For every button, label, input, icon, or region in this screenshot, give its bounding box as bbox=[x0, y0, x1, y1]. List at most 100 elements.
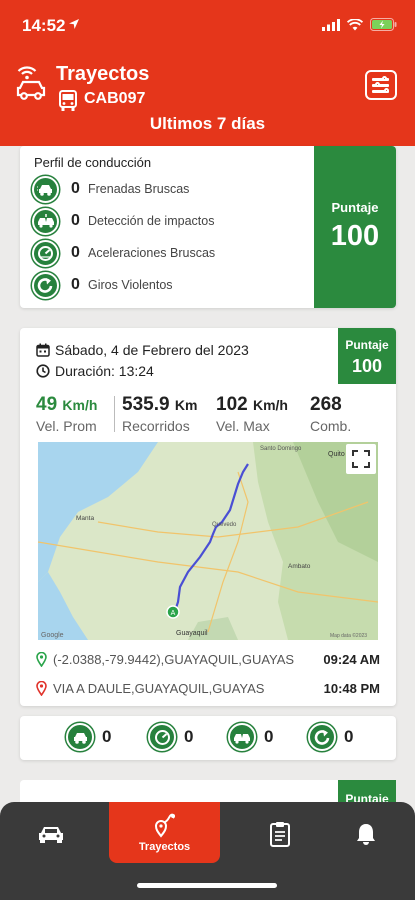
tab-vehicles[interactable] bbox=[34, 802, 68, 866]
app-header: 14:52 Trayectos CAB097 Ultimos 7 días bbox=[0, 0, 415, 146]
event-acceleration: 0 bbox=[148, 723, 193, 751]
profile-count: 0 bbox=[71, 276, 80, 293]
profile-row-hard-braking: 0 Frenadas Bruscas bbox=[32, 175, 189, 203]
avg-speed-unit: Km/h bbox=[62, 397, 98, 413]
profile-count: 0 bbox=[71, 244, 80, 261]
car-icon bbox=[39, 827, 63, 843]
event-count: 0 bbox=[184, 727, 194, 746]
fuel-label: Comb. bbox=[310, 418, 352, 434]
trip-score-value: 100 bbox=[351, 356, 383, 376]
profile-label: Detección de impactos bbox=[88, 214, 215, 228]
vehicle-code[interactable]: CAB097 bbox=[84, 90, 145, 108]
profile-label: Aceleraciones Bruscas bbox=[88, 246, 216, 260]
home-indicator bbox=[137, 883, 277, 888]
distance-label: Recorridos bbox=[122, 418, 190, 434]
trip-score-label: Puntaje bbox=[345, 338, 389, 352]
bus-icon bbox=[59, 90, 77, 111]
connected-car-icon bbox=[16, 66, 46, 100]
violent-turn-icon bbox=[32, 271, 59, 299]
violent-turn-icon bbox=[308, 723, 336, 751]
map-label: Ambato bbox=[288, 563, 311, 570]
profile-row-impact: 0 Detección de impactos bbox=[32, 207, 214, 235]
map-label: Quito bbox=[328, 451, 345, 458]
trip-date: Sábado, 4 de Febrero del 2023 bbox=[55, 342, 249, 358]
stats-divider bbox=[114, 396, 115, 432]
harsh-acceleration-icon bbox=[148, 723, 176, 751]
max-speed-value: 102 bbox=[216, 394, 248, 415]
cellular-signal-icon bbox=[322, 18, 340, 31]
profile-count: 0 bbox=[71, 212, 80, 229]
period-label: Ultimos 7 días bbox=[149, 114, 266, 133]
max-speed-label: Vel. Max bbox=[216, 418, 270, 434]
battery-icon bbox=[370, 18, 397, 31]
score-label: Puntaje bbox=[331, 200, 379, 215]
tab-reports[interactable] bbox=[266, 802, 294, 866]
route-icon bbox=[154, 813, 175, 838]
event-turn: 0 bbox=[308, 723, 353, 751]
filter-button[interactable] bbox=[365, 70, 397, 100]
score-value: 100 bbox=[330, 220, 380, 252]
profile-label: Frenadas Bruscas bbox=[88, 182, 190, 196]
page-title: Trayectos bbox=[56, 63, 150, 85]
start-time: 09:24 AM bbox=[323, 651, 380, 667]
avg-speed-label: Vel. Prom bbox=[36, 418, 97, 434]
route-start-row: (-2.0388,-79.9442),GUAYAQUIL,GUAYAS 09:2… bbox=[36, 648, 380, 670]
trip-score-panel: Puntaje 100 bbox=[338, 328, 396, 384]
driving-profile-card: Perfil de conducción 0 Frenadas Bruscas … bbox=[20, 146, 396, 308]
distance-unit: Km bbox=[174, 397, 198, 413]
event-count: 0 bbox=[102, 727, 112, 746]
start-location: (-2.0388,-79.9442),GUAYAQUIL,GUAYAS bbox=[53, 651, 295, 667]
stat-max-speed: 102 Km/h Vel. Max bbox=[216, 394, 288, 434]
trip-date-row: Sábado, 4 de Febrero del 2023 bbox=[36, 342, 249, 358]
trip-card[interactable]: Sábado, 4 de Febrero del 2023 Duración: … bbox=[20, 328, 396, 706]
svg-text:A: A bbox=[171, 610, 176, 617]
stat-distance: 535.9 Km Recorridos bbox=[122, 394, 197, 434]
clock-icon bbox=[36, 364, 50, 378]
trip-duration: Duración: 13:24 bbox=[55, 363, 154, 379]
route-end-row: VIA A DAULE,GUAYAQUIL,GUAYAS 10:48 PM bbox=[36, 677, 380, 699]
harsh-acceleration-icon bbox=[32, 239, 59, 267]
calendar-icon bbox=[36, 343, 50, 357]
clipboard-icon bbox=[270, 822, 290, 847]
profile-label: Giros Violentos bbox=[88, 278, 173, 292]
end-pin-icon bbox=[36, 680, 47, 696]
map-label: Quevedo bbox=[212, 522, 237, 528]
status-bar: 14:52 bbox=[0, 0, 415, 50]
profile-row-acceleration: 0 Aceleraciones Bruscas bbox=[32, 239, 215, 267]
profile-count: 0 bbox=[71, 180, 80, 197]
hard-braking-icon bbox=[32, 175, 59, 203]
stat-avg-speed: 49 Km/h Vel. Prom bbox=[36, 394, 97, 434]
fullscreen-icon[interactable] bbox=[346, 444, 376, 474]
start-pin-icon bbox=[36, 651, 47, 667]
status-icons bbox=[322, 18, 397, 31]
map-attribution: Map data ©2023 bbox=[330, 632, 367, 639]
stat-fuel: 268 Comb. bbox=[310, 394, 351, 434]
max-speed-unit: Km/h bbox=[252, 397, 288, 413]
avg-speed-value: 49 bbox=[36, 394, 58, 415]
overall-score-panel: Puntaje 100 bbox=[314, 146, 396, 308]
tab-trips[interactable]: Trayectos bbox=[109, 802, 220, 863]
google-logo: Google bbox=[41, 632, 64, 639]
map-label: Guayaquil bbox=[176, 630, 208, 637]
bell-icon bbox=[357, 824, 375, 845]
title-block: Trayectos CAB097 bbox=[14, 60, 404, 114]
wifi-icon bbox=[347, 18, 363, 30]
route-map[interactable]: A Santo Domingo Quito Manta Ambato Queve… bbox=[38, 442, 378, 640]
profile-title: Perfil de conducción bbox=[34, 155, 152, 170]
end-location: VIA A DAULE,GUAYAQUIL,GUAYAS bbox=[53, 680, 265, 696]
event-count: 0 bbox=[344, 727, 354, 746]
end-time: 10:48 PM bbox=[323, 680, 380, 696]
event-hard-braking: 0 bbox=[66, 723, 111, 751]
map-label: Santo Domingo bbox=[260, 446, 302, 452]
distance-value: 535.9 bbox=[122, 394, 170, 415]
status-time: 14:52 bbox=[22, 16, 66, 35]
fuel-value: 268 bbox=[310, 394, 342, 415]
map-canvas[interactable]: A Santo Domingo Quito Manta Ambato Queve… bbox=[38, 442, 378, 640]
location-arrow-icon bbox=[69, 19, 79, 29]
hard-braking-icon bbox=[66, 723, 94, 751]
impact-detection-icon bbox=[228, 723, 256, 751]
event-impact: 0 bbox=[228, 723, 273, 751]
trip-events-card: 0 0 0 0 bbox=[20, 716, 396, 760]
tab-notifications[interactable] bbox=[352, 802, 380, 866]
map-label: Manta bbox=[76, 515, 94, 522]
